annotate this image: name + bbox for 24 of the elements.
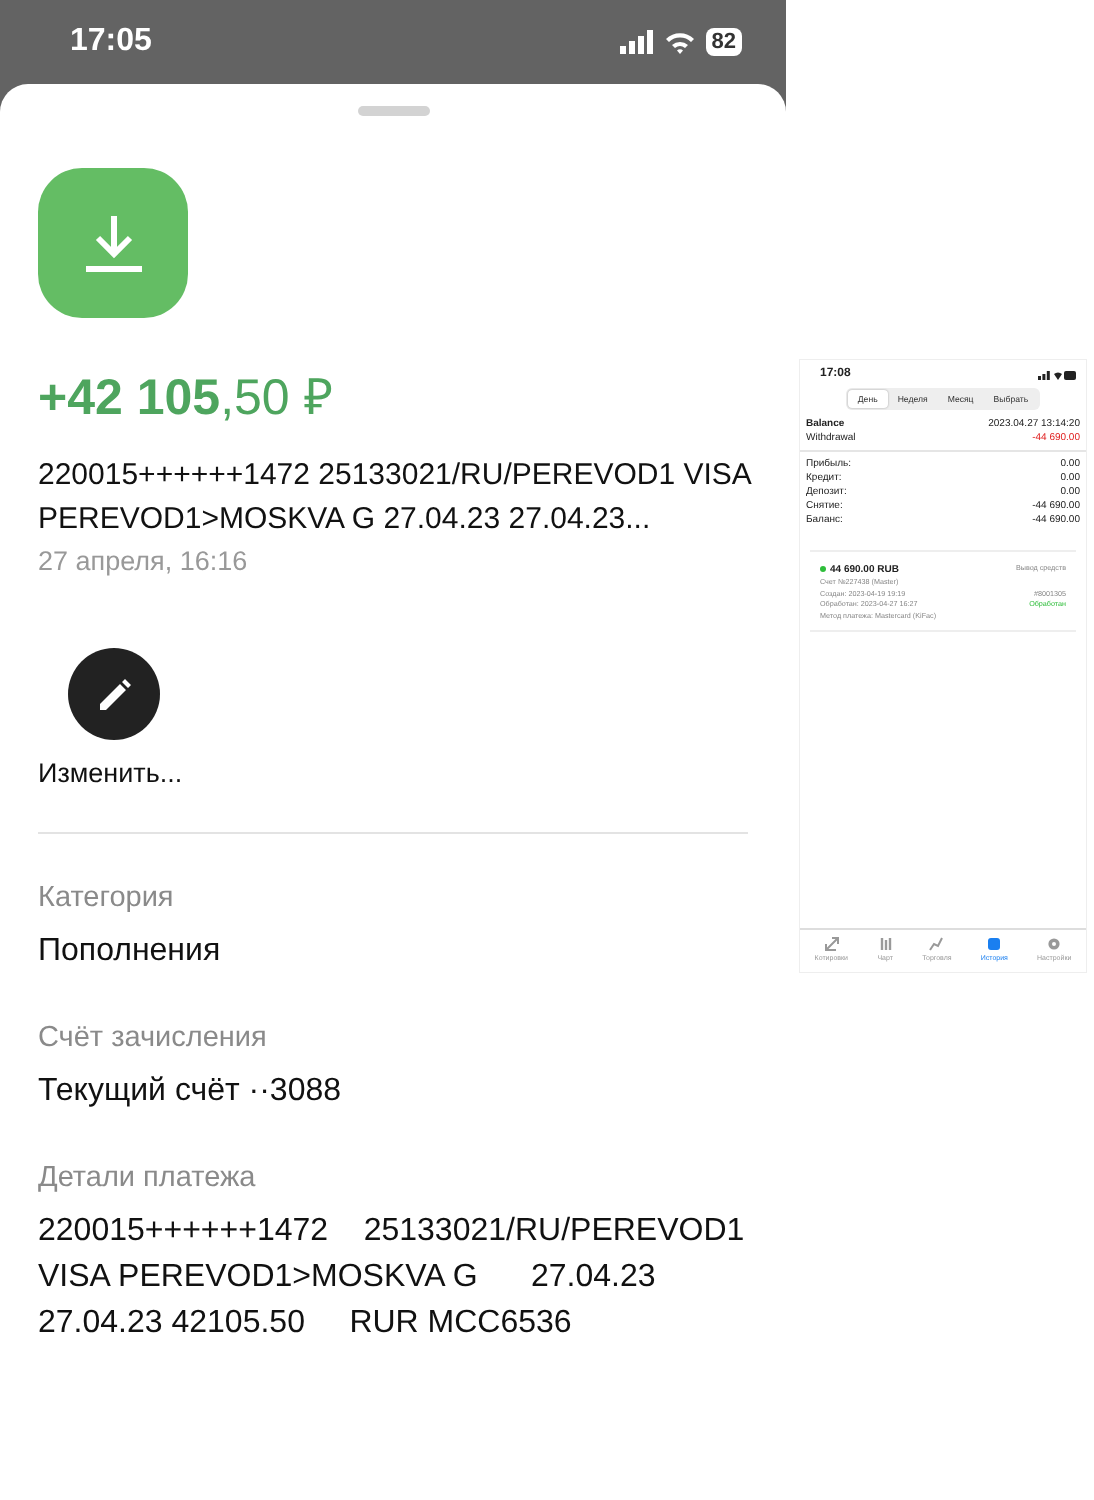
field-value: 220015++++++1472 25133021/RU/PEREVOD1 VISA PEREVOD1>MOSKVA G 27.04.23 27.04.23 42105.50 RUR MCC6536 xyxy=(38,1212,747,1344)
pencil-icon xyxy=(94,674,134,714)
battery-level: 82 xyxy=(705,28,742,56)
description: 220015++++++1472 25133021/RU/PEREVOD1 VISA PEREVOD1>MOSKVA G 27.04.23 27.04.23... xyxy=(38,456,754,540)
bars-icon xyxy=(877,936,894,952)
inbox-icon xyxy=(986,936,1003,952)
field-label: Счёт зачисления xyxy=(38,1022,269,1054)
field-label: Детали платежа xyxy=(38,1162,258,1194)
status-icons xyxy=(1038,369,1076,379)
settings-icon xyxy=(1046,936,1063,952)
edit-button[interactable] xyxy=(68,648,160,740)
field-value: Пополнения xyxy=(38,932,223,972)
download-icon xyxy=(81,211,145,275)
status-time: 17:05 xyxy=(70,24,152,60)
arrows-icon xyxy=(823,936,840,952)
amount: +42 105,50 ₽ xyxy=(38,368,336,428)
date: 27 апреля, 16:16 xyxy=(38,546,250,576)
edit-label[interactable]: Изменить... xyxy=(38,758,183,788)
field-label: Категория xyxy=(38,882,176,914)
chart-icon xyxy=(928,936,945,952)
field-value: Текущий счёт ··3088 xyxy=(38,1072,344,1112)
signal-icon xyxy=(619,30,654,54)
drag-handle[interactable] xyxy=(357,106,429,116)
wifi-icon xyxy=(663,30,696,54)
